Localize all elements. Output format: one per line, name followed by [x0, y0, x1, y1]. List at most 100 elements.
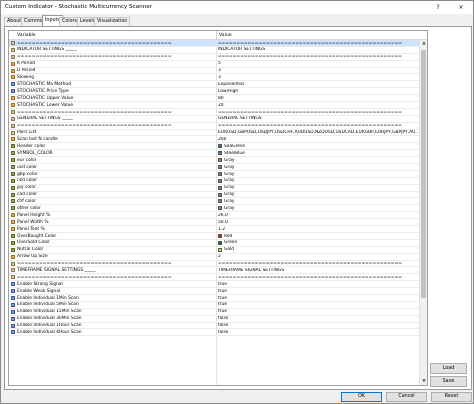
parameter-value[interactable]: ========================================… [218, 275, 402, 280]
parameter-value[interactable]: Gray [224, 165, 235, 170]
color-swatch[interactable] [218, 192, 222, 197]
parameter-value[interactable]: true [218, 302, 227, 307]
table-row[interactable]: ========================================… [9, 123, 420, 130]
table-row[interactable]: usd color Gray [9, 164, 420, 171]
table-row[interactable]: ========================================… [9, 109, 420, 116]
color-swatch[interactable] [218, 144, 222, 149]
parameter-value[interactable]: Gray [224, 158, 235, 163]
parameter-value[interactable]: true [218, 296, 227, 301]
table-row[interactable]: Header color SeaGreen [9, 143, 420, 151]
table-row[interactable]: Slowing 3 [9, 74, 420, 82]
parameter-value[interactable]: 3 [218, 75, 221, 80]
table-row[interactable]: jpy color Gray [9, 185, 420, 192]
parameter-value[interactable]: Low/High [218, 89, 238, 94]
parameter-value[interactable]: 50.0 [218, 220, 228, 225]
column-header-variable[interactable]: Variable [17, 33, 36, 38]
ok-button[interactable]: OK [341, 392, 382, 402]
color-swatch[interactable] [218, 206, 222, 211]
parameter-value[interactable]: ========================================… [218, 54, 402, 59]
parameter-value[interactable]: ========================================… [218, 110, 402, 115]
parameter-value[interactable]: Gray [224, 199, 235, 204]
table-row[interactable]: Enable Individual 1Hour Scan false [9, 323, 420, 330]
help-button[interactable]: ? [427, 1, 449, 14]
reset-button[interactable]: Reset [431, 392, 472, 402]
cancel-button[interactable]: Cancel [386, 392, 427, 402]
table-row[interactable]: Scan last N candle 200 [9, 136, 420, 144]
table-row[interactable]: ========================================… [9, 40, 420, 47]
color-swatch[interactable] [218, 199, 222, 204]
table-row[interactable]: SYMBOL_COLOR SteelBlue [9, 150, 420, 158]
column-divider[interactable] [216, 31, 217, 40]
table-row[interactable]: Enable Individual 30Min Scan false [9, 316, 420, 323]
table-row[interactable]: STOCHASTIC Upper Value 80 [9, 95, 420, 103]
table-row[interactable]: D Period 3 [9, 68, 420, 75]
parameter-value[interactable]: SteelBlue [224, 151, 245, 156]
table-row[interactable]: nzd color Gray [9, 178, 420, 185]
scrollbar-thumb[interactable] [421, 50, 426, 298]
parameter-value[interactable]: Gray [224, 185, 235, 190]
parameter-value[interactable]: 200 [218, 137, 226, 142]
color-swatch[interactable] [218, 171, 222, 176]
parameter-value[interactable]: false [218, 316, 228, 321]
parameter-value[interactable]: ========================================… [218, 261, 402, 266]
close-button[interactable]: × [450, 1, 472, 14]
parameter-value[interactable]: TIMEFRAME SIGNAL SETTINGS [218, 268, 284, 273]
table-row[interactable]: Panel Text % 1.2 [9, 226, 420, 233]
color-swatch[interactable] [218, 247, 222, 252]
color-swatch[interactable] [218, 151, 222, 156]
vertical-scrollbar[interactable]: ▲ ▼ [419, 40, 427, 385]
table-row[interactable]: Nutral Color Gold [9, 247, 420, 254]
table-row[interactable]: other color Gray [9, 205, 420, 213]
table-row[interactable]: cad color Gray [9, 192, 420, 199]
tab-visualization[interactable]: Visualization [94, 17, 131, 26]
parameter-value[interactable]: EURUSD,GBPUSD,USDJPY,USDCHF,AUDUSD,NZDUS… [218, 130, 418, 135]
table-row[interactable]: Enable Weak Signal true [9, 288, 420, 295]
scroll-up-arrow-icon[interactable]: ▲ [420, 40, 427, 48]
load-button[interactable]: Load [430, 363, 467, 374]
parameter-value[interactable]: Gray [224, 206, 235, 211]
table-row[interactable]: GENERAL SETTINGS _____ GENERAL SETTINGS [9, 116, 420, 123]
parameter-value[interactable]: Gray [224, 172, 235, 177]
table-row[interactable]: eur color Gray [9, 157, 420, 165]
parameter-value[interactable]: 3 [218, 68, 221, 73]
parameter-value[interactable]: 1.2 [218, 227, 225, 232]
color-swatch[interactable] [218, 185, 222, 190]
table-row[interactable]: INDICATOR SETTINGS _____ INDICATOR SETTIN… [9, 47, 420, 54]
table-row[interactable]: Arrow Up Size 2 [9, 254, 420, 261]
table-row[interactable]: Pairs List EURUSD,GBPUSD,USDJPY,USDCHF,AU… [9, 130, 420, 137]
scroll-down-arrow-icon[interactable]: ▼ [420, 378, 427, 385]
parameter-value[interactable]: 26.0 [218, 213, 228, 218]
parameter-value[interactable]: GENERAL SETTINGS [218, 116, 262, 121]
color-swatch[interactable] [218, 165, 222, 170]
color-swatch[interactable] [218, 158, 222, 163]
table-row[interactable]: ========================================… [9, 54, 420, 61]
parameter-value[interactable]: true [218, 282, 227, 287]
parameter-value[interactable]: SeaGreen [224, 144, 245, 149]
title-bar[interactable]: Custom Indicator - Stochastic Multicurre… [1, 1, 473, 14]
table-row[interactable]: Enable Individual 4Hour Scan false [9, 329, 420, 337]
table-row[interactable]: Enable Individual 15Min Scan true [9, 309, 420, 316]
parameter-value[interactable]: 2 [218, 254, 221, 259]
table-row[interactable]: STOCHASTIC Price Type Low/High [9, 88, 420, 96]
parameter-value[interactable]: Gold [224, 247, 234, 252]
color-swatch[interactable] [218, 233, 222, 238]
parameter-value[interactable]: Gray [224, 192, 235, 197]
table-row[interactable]: ========================================… [9, 261, 420, 268]
parameter-value[interactable]: ========================================… [218, 123, 402, 128]
table-row[interactable]: OverSold Color Green [9, 240, 420, 247]
parameter-value[interactable]: INDICATOR SETTINGS [218, 47, 265, 52]
table-row[interactable]: Enable Strong Signal true [9, 281, 420, 289]
table-row[interactable]: STOCHASTIC Lower Value 20 [9, 102, 420, 109]
table-row[interactable]: Panel Height % 26.0 [9, 212, 420, 220]
table-row[interactable]: ========================================… [9, 274, 420, 282]
table-row[interactable]: TIMEFRAME SIGNAL SETTINGS _____ TIMEFRAME… [9, 267, 420, 275]
parameter-value[interactable]: false [218, 330, 228, 335]
color-swatch[interactable] [218, 240, 222, 245]
parameter-value[interactable]: 20 [218, 103, 224, 108]
table-row[interactable]: chf color Gray [9, 198, 420, 206]
parameter-value[interactable]: true [218, 309, 227, 314]
table-row[interactable]: OverBought Color Red [9, 233, 420, 240]
parameter-value[interactable]: 5 [218, 61, 221, 66]
table-row[interactable]: Enable Individual 5Min Scan true [9, 302, 420, 309]
parameter-value[interactable]: true [218, 289, 227, 294]
